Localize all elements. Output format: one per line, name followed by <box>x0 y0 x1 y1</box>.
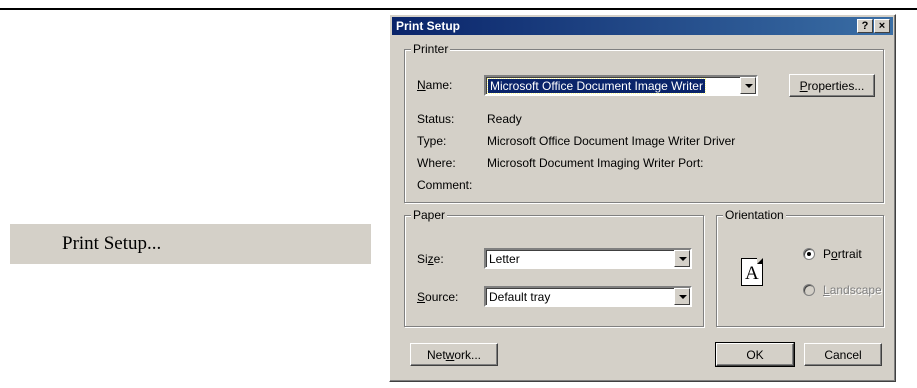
paper-source-select[interactable]: Default tray <box>484 286 692 307</box>
ok-button[interactable]: OK <box>715 342 795 367</box>
dialog-title: Print Setup <box>396 19 461 33</box>
portrait-label[interactable]: Portrait <box>823 247 862 261</box>
printer-name-select[interactable]: Microsoft Office Document Image Writer <box>484 75 758 96</box>
paper-size-select[interactable]: Letter <box>484 248 692 269</box>
type-value: Microsoft Office Document Image Writer D… <box>487 134 736 148</box>
portrait-radio[interactable] <box>803 248 815 260</box>
source-label: Source: <box>417 290 459 304</box>
cancel-button[interactable]: Cancel <box>804 343 882 366</box>
orientation-group-label: Orientation <box>723 208 786 222</box>
paper-source-value: Default tray <box>489 290 551 304</box>
chevron-down-icon[interactable] <box>674 288 690 305</box>
printer-group-label: Printer <box>411 42 451 56</box>
where-label: Where: <box>417 156 456 170</box>
properties-button[interactable]: Properties... <box>789 74 875 97</box>
landscape-radio[interactable] <box>803 284 815 296</box>
type-label: Type: <box>417 134 447 148</box>
paper-group-label: Paper <box>411 208 448 222</box>
paper-group: Paper Size: Letter Source: Default tray <box>404 208 704 327</box>
size-label: Size: <box>417 252 444 266</box>
status-value: Ready <box>487 112 522 126</box>
page-letter: A <box>745 263 759 284</box>
chevron-down-icon[interactable] <box>674 250 690 267</box>
name-label: Name: <box>417 78 453 92</box>
orientation-group: Orientation A Portrait Landscape <box>716 208 884 327</box>
close-button[interactable]: × <box>874 19 890 33</box>
top-divider-line <box>0 8 917 10</box>
printer-group: Printer Name: Microsoft Office Document … <box>404 42 884 203</box>
landscape-label[interactable]: Landscape <box>823 283 882 297</box>
status-label: Status: <box>417 112 455 126</box>
comment-label: Comment: <box>417 178 473 192</box>
menu-item-label: Print Setup... <box>62 233 162 254</box>
chevron-down-icon[interactable] <box>740 77 756 94</box>
printer-name-value: Microsoft Office Document Image Writer <box>487 78 706 94</box>
title-bar[interactable]: Print Setup ? × <box>392 17 893 35</box>
network-button[interactable]: Network... <box>410 343 498 366</box>
where-value: Microsoft Document Imaging Writer Port: <box>487 156 704 170</box>
help-button[interactable]: ? <box>857 19 873 33</box>
print-setup-dialog: Print Setup ? × Printer Name: Microsoft … <box>389 14 896 382</box>
portrait-page-icon: A <box>741 258 763 286</box>
menu-item-print-setup[interactable]: Print Setup... <box>10 224 371 264</box>
paper-size-value: Letter <box>489 252 520 266</box>
